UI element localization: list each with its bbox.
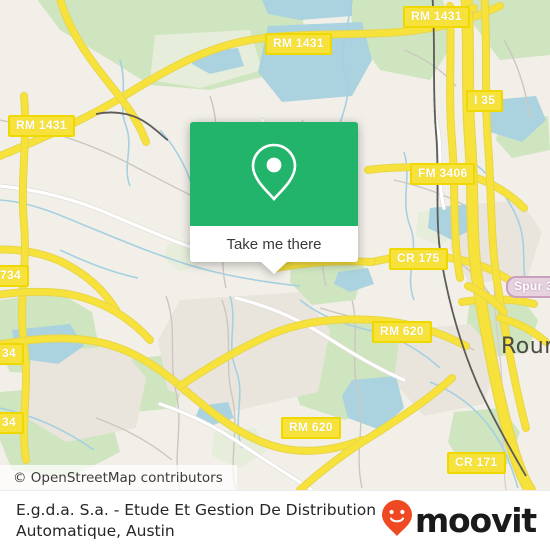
take-me-there-button[interactable]: Take me there: [190, 226, 358, 262]
road-shield-label: I 35: [466, 90, 504, 112]
road-shield-label: 734: [0, 265, 29, 287]
road-shield-label: RM 1431: [8, 115, 75, 137]
popup-tail-pointer: [261, 262, 287, 274]
moovit-wordmark: moovit: [414, 501, 537, 540]
road-shield-label: CR 175: [389, 248, 448, 270]
place-title: E.g.d.a. S.a. - Etude Et Gestion De Dist…: [16, 500, 377, 540]
moovit-logo[interactable]: moovit: [381, 499, 537, 542]
popup-image-area: [190, 122, 358, 226]
road-shield-label: CR 171: [447, 452, 506, 474]
road-shield-label: RM 620: [372, 321, 432, 343]
city-label: Roun: [501, 334, 550, 359]
location-popup-card[interactable]: Take me there: [190, 122, 358, 274]
attribution-text: © OpenStreetMap contributors: [13, 469, 223, 486]
map-attribution[interactable]: © OpenStreetMap contributors: [0, 465, 237, 490]
take-me-there-label: Take me there: [226, 235, 322, 253]
road-shield-label: 34: [0, 412, 24, 434]
map-pin-icon: [249, 141, 299, 208]
map-screenshot: .w { fill:#aad3df; } .wl { fill:none; st…: [0, 0, 550, 550]
road-shield-label: RM 620: [281, 417, 341, 439]
footer-bar: E.g.d.a. S.a. - Etude Et Gestion De Dist…: [0, 490, 550, 550]
road-shield-label: Spur 37: [506, 276, 550, 298]
road-shield-label: 34: [0, 343, 24, 365]
moovit-smiling-pin-icon: [381, 499, 413, 542]
road-shield-label: RM 1431: [265, 33, 332, 55]
road-shield-label: RM 1431: [403, 6, 470, 28]
road-shield-label: FM 3406: [410, 163, 476, 185]
